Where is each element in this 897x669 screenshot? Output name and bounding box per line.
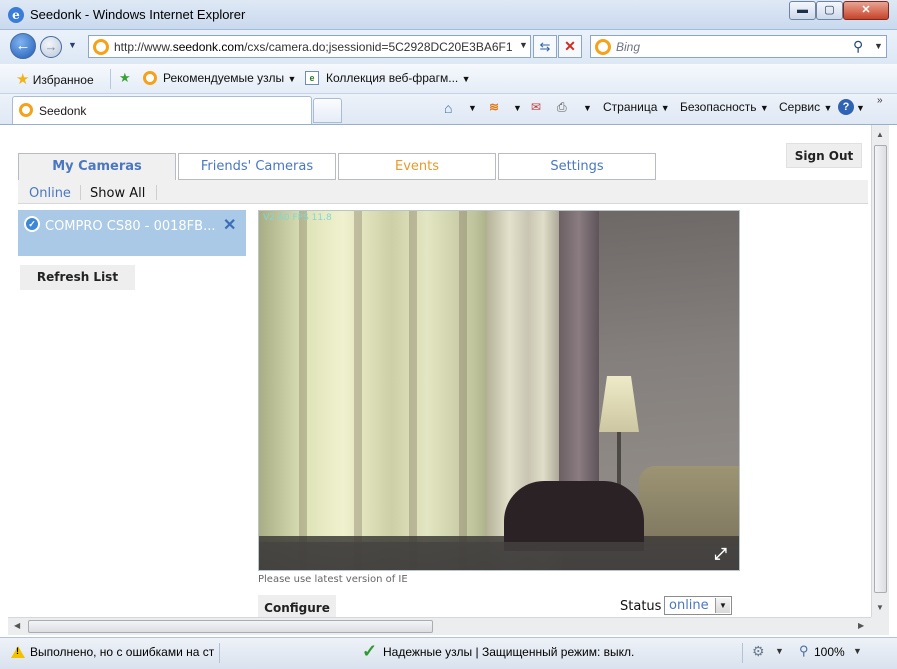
status-select[interactable]: online ▼ (664, 596, 732, 615)
tab-events[interactable]: Events (338, 153, 496, 180)
fullscreen-icon[interactable]: ⤢ (714, 546, 727, 564)
remove-camera-icon[interactable]: ✕ (223, 215, 236, 235)
close-window-button[interactable]: ✕ (843, 1, 889, 20)
chevron-down-icon[interactable]: ▼ (715, 598, 730, 613)
horizontal-scrollbar[interactable]: ◀ ▶ (8, 617, 871, 635)
refresh-icon[interactable]: ⇆ (533, 35, 557, 58)
protected-mode-dropdown-icon[interactable]: ▼ (775, 646, 784, 656)
add-favorites-icon[interactable]: ★ (119, 70, 131, 86)
vertical-scrollbar[interactable]: ▲ ▼ (871, 125, 889, 617)
bing-icon (595, 39, 611, 55)
camera-list-item[interactable]: ✓ COMPRO CS80 - 0018FB... ✕ (18, 210, 246, 256)
print-dropdown-icon[interactable]: ▼ (583, 100, 592, 114)
search-options-dropdown-icon[interactable]: ▼ (874, 41, 883, 51)
window-title: Seedonk - Windows Internet Explorer (30, 7, 246, 22)
configure-button[interactable]: Configure (258, 595, 336, 617)
filter-online[interactable]: Online (29, 186, 71, 201)
maximize-button[interactable]: ▢ (816, 1, 843, 20)
divider (80, 185, 81, 200)
address-url[interactable]: http://www.seedonk.com/cxs/camera.do;jse… (114, 40, 512, 54)
minimize-button[interactable]: ▬ (789, 1, 816, 20)
ie-logo-icon: e (8, 7, 24, 23)
recent-pages-dropdown-icon[interactable]: ▼ (68, 40, 77, 50)
video-control-bar (259, 542, 739, 570)
ie-version-note: Please use latest version of IE (258, 574, 408, 585)
tab-friends-cameras[interactable]: Friends' Cameras (178, 153, 336, 180)
forward-button[interactable]: → (40, 36, 62, 58)
new-tab-button[interactable] (313, 98, 342, 123)
scroll-up-icon[interactable]: ▲ (876, 130, 884, 139)
divider (742, 643, 743, 663)
web-slice-icon: e (305, 71, 319, 85)
refresh-list-button[interactable]: Refresh List (20, 265, 135, 290)
seedonk-tab-icon (19, 103, 33, 117)
favorites-button[interactable]: ★ Избранное (16, 70, 94, 88)
page-viewport: Sign Out My Cameras Friends' Cameras Eve… (8, 125, 871, 617)
search-bar[interactable]: Bing ⚲ ▼ (590, 35, 887, 58)
print-icon[interactable]: ⎙ (557, 100, 567, 115)
recommended-sites-icon (143, 71, 157, 85)
horizontal-scroll-thumb[interactable] (28, 620, 433, 633)
video-stats-overlay: V2 A0 FPS 11.8 (263, 213, 332, 223)
scroll-down-icon[interactable]: ▼ (876, 603, 884, 612)
camera-filter-bar: Online Show All (18, 180, 868, 204)
help-icon[interactable]: ? (838, 99, 854, 115)
address-bar[interactable]: http://www.seedonk.com/cxs/camera.do;jse… (88, 35, 531, 58)
vertical-scroll-thumb[interactable] (874, 145, 887, 593)
feeds-icon[interactable]: ≋ (489, 100, 499, 114)
tab-label: Seedonk (39, 104, 87, 118)
divider (219, 643, 220, 663)
status-message: Выполнено, но с ошибками на ст (30, 645, 215, 659)
mail-icon[interactable]: ✉ (531, 100, 541, 114)
tools-menu[interactable]: Сервис ▼ (779, 100, 832, 114)
safety-menu[interactable]: Безопасность ▼ (680, 100, 769, 114)
chevron-more-icon[interactable]: » (877, 95, 883, 106)
camera-name: COMPRO CS80 - 0018FB... (45, 219, 216, 234)
camera-video-feed[interactable]: V2 A0 FPS 11.8 ⤢ (258, 210, 740, 571)
security-zone-status[interactable]: Надежные узлы | Защищенный режим: выкл. (383, 645, 634, 659)
divider (156, 185, 157, 200)
star-icon: ★ (16, 71, 30, 88)
online-check-icon: ✓ (24, 216, 40, 232)
favorites-bar: ★ Избранное ★ Рекомендуемые узлы ▼ e Кол… (0, 64, 897, 94)
warning-mark: ! (16, 646, 19, 656)
home-icon[interactable]: ⌂ (444, 100, 452, 116)
scroll-right-icon[interactable]: ▶ (858, 621, 864, 630)
status-bar: ! Выполнено, но с ошибками на ст ✓ Надеж… (0, 637, 897, 669)
home-dropdown-icon[interactable]: ▼ (468, 100, 477, 114)
zoom-icon[interactable]: ⚲ (799, 643, 809, 659)
scrollbar-corner (871, 617, 889, 635)
back-button[interactable]: ← (10, 33, 36, 59)
status-value: online (669, 598, 709, 613)
sign-out-button[interactable]: Sign Out (786, 143, 862, 168)
title-bar: e Seedonk - Windows Internet Explorer ▬ … (0, 0, 897, 30)
tab-settings[interactable]: Settings (498, 153, 656, 180)
tab-seedonk[interactable]: Seedonk (12, 96, 312, 124)
tab-my-cameras[interactable]: My Cameras (18, 153, 176, 182)
stop-icon[interactable]: ✕ (558, 35, 582, 58)
help-dropdown-icon[interactable]: ▼ (856, 100, 865, 114)
address-dropdown-icon[interactable]: ▼ (519, 40, 528, 50)
video-frame-image (259, 211, 739, 570)
scroll-left-icon[interactable]: ◀ (14, 621, 20, 630)
recommended-sites-link[interactable]: Рекомендуемые узлы ▼ (163, 71, 296, 85)
status-label: Status (620, 599, 662, 614)
search-input[interactable]: Bing (616, 40, 640, 54)
web-slice-gallery-link[interactable]: Коллекция веб-фрагм... ▼ (326, 71, 471, 85)
zoom-level[interactable]: 100% (814, 645, 845, 659)
divider (110, 69, 111, 89)
feeds-dropdown-icon[interactable]: ▼ (513, 100, 522, 114)
protected-mode-icon[interactable]: ⚙ (752, 643, 765, 660)
site-favicon-icon (93, 39, 109, 55)
filter-show-all[interactable]: Show All (90, 186, 145, 201)
zoom-dropdown-icon[interactable]: ▼ (853, 646, 862, 656)
page-menu[interactable]: Страница ▼ (603, 100, 670, 114)
checkmark-icon: ✓ (362, 641, 378, 661)
search-icon[interactable]: ⚲ (853, 38, 863, 55)
